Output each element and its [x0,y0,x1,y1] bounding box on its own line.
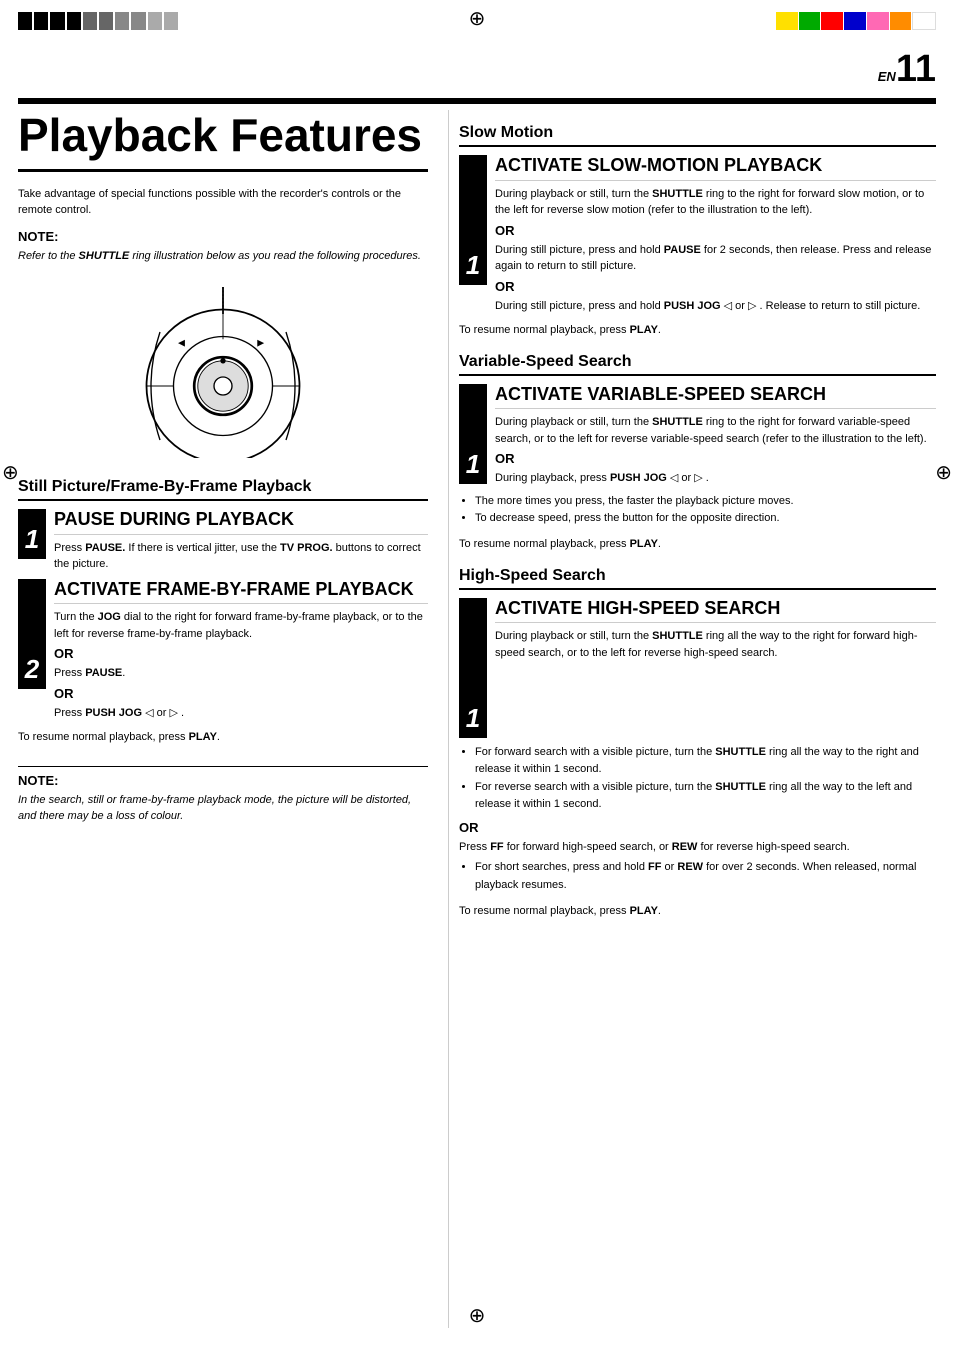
slow-step-content: ACTIVATE SLOW-MOTION PLAYBACK During pla… [495,155,936,314]
shuttle-diagram: ◀ ▶ [18,278,428,458]
slow-resume: To resume normal playback, press PLAY. [459,322,936,339]
var-step-number: 1 [459,384,487,484]
svg-text:◀: ◀ [178,338,185,348]
bottom-note: NOTE: In the search, still or frame-by-f… [18,766,428,825]
var-step-block: 1 ACTIVATE VARIABLE-SPEED SEARCH During … [459,384,936,487]
high-bullet-2: For reverse search with a visible pictur… [475,779,936,814]
bar-seg [18,12,32,30]
left-column: Playback Features Take advantage of spec… [18,110,448,1328]
color-blue [844,12,866,30]
high-step-block: 1 ACTIVATE HIGH-SPEED SEARCH During play… [459,598,936,738]
slow-step-number: 1 [459,155,487,285]
or-1: OR [54,646,428,661]
bar-seg [67,12,81,30]
step-2-or2-body: Press PUSH JOG ◁ or ▷ . [54,705,428,722]
high-resume: To resume normal playback, press PLAY. [459,903,936,920]
high-step-number: 1 [459,598,487,738]
high-bullet-1: For forward search with a visible pictur… [475,744,936,779]
reg-mark-top: ⊕ [469,6,486,31]
main-content: Playback Features Take advantage of spec… [18,110,936,1328]
slow-step-block: 1 ACTIVATE SLOW-MOTION PLAYBACK During p… [459,155,936,314]
high-step-title: ACTIVATE HIGH-SPEED SEARCH [495,598,936,624]
high-body-2: Press FF for forward high-speed search, … [459,839,936,856]
slow-step-title: ACTIVATE SLOW-MOTION PLAYBACK [495,155,936,181]
step-2-or1-body: Press PAUSE. [54,665,428,682]
high-bullets-1: For forward search with a visible pictur… [459,744,936,814]
step-1-content: PAUSE DURING PLAYBACK Press PAUSE. If th… [54,509,428,573]
section-slow-heading: Slow Motion [459,124,936,147]
high-bullet-3: For short searches, press and hold FF or… [475,859,936,894]
page-title: Playback Features [18,110,428,172]
color-orange [890,12,912,30]
slow-or-2: OR [495,279,936,294]
slow-body-1: During playback or still, turn the SHUTT… [495,186,936,219]
var-bullet-2: To decrease speed, press the button for … [475,510,936,528]
slow-or-1: OR [495,223,936,238]
slow-body-3: During still picture, press and hold PUS… [495,298,936,315]
high-bullets-2: For short searches, press and hold FF or… [459,859,936,894]
var-or-1: OR [495,451,936,466]
note-text-left: Refer to the SHUTTLE ring illustration b… [18,248,428,265]
top-right-color-bar [776,12,936,30]
var-body-1: During playback or still, turn the SHUTT… [495,414,936,447]
step-2-title: ACTIVATE FRAME-BY-FRAME PLAYBACK [54,579,428,605]
var-bullets: The more times you press, the faster the… [459,493,936,528]
svg-text:▶: ▶ [257,338,264,348]
section-variable-heading: Variable-Speed Search [459,353,936,376]
step-2-body: Turn the JOG dial to the right for forwa… [54,609,428,642]
high-or-1: OR [459,820,936,835]
var-bullet-1: The more times you press, the faster the… [475,493,936,511]
bar-seg [148,12,162,30]
bar-seg [83,12,97,30]
var-step-content: ACTIVATE VARIABLE-SPEED SEARCH During pl… [495,384,936,487]
section-high-heading: High-Speed Search [459,567,936,590]
or-2: OR [54,686,428,701]
high-step-content: ACTIVATE HIGH-SPEED SEARCH During playba… [495,598,936,662]
color-green [799,12,821,30]
bottom-note-body: In the search, still or frame-by-frame p… [18,792,428,825]
resume-still: To resume normal playback, press PLAY. [18,729,428,746]
step-1-title: PAUSE DURING PLAYBACK [54,509,428,535]
var-resume: To resume normal playback, press PLAY. [459,536,936,553]
step-1-block: 1 PAUSE DURING PLAYBACK Press PAUSE. If … [18,509,428,573]
step-2-block: 2 ACTIVATE FRAME-BY-FRAME PLAYBACK Turn … [18,579,428,722]
page-number: 11 [896,48,936,90]
step-2-content: ACTIVATE FRAME-BY-FRAME PLAYBACK Turn th… [54,579,428,722]
color-yellow [776,12,798,30]
bar-seg [34,12,48,30]
step-number-2: 2 [18,579,46,689]
step-1-body: Press PAUSE. If there is vertical jitter… [54,540,428,573]
bottom-note-heading: NOTE: [18,773,428,788]
var-step-title: ACTIVATE VARIABLE-SPEED SEARCH [495,384,936,410]
intro-text: Take advantage of special functions poss… [18,186,428,219]
reg-mark-left: ⊕ [2,460,19,485]
bar-seg [131,12,145,30]
reg-mark-right: ⊕ [935,460,952,485]
page-number-area: EN11 [878,50,936,88]
step-number-1: 1 [18,509,46,559]
high-body-1: During playback or still, turn the SHUTT… [495,628,936,661]
var-body-2: During playback, press PUSH JOG ◁ or ▷ . [495,470,936,487]
slow-body-2: During still picture, press and hold PAU… [495,242,936,275]
header-bar [18,98,936,104]
note-heading-left: NOTE: [18,229,428,244]
shuttle-svg: ◀ ▶ [123,278,323,458]
section-still-heading: Still Picture/Frame-By-Frame Playback [18,478,428,501]
color-pink [867,12,889,30]
bar-seg [115,12,129,30]
color-white [912,12,936,30]
bar-seg [164,12,178,30]
en-label: EN [878,69,896,84]
top-left-bar [18,12,178,30]
color-red [821,12,843,30]
bar-seg [99,12,113,30]
bar-seg [50,12,64,30]
right-column: Slow Motion 1 ACTIVATE SLOW-MOTION PLAYB… [448,110,936,1328]
